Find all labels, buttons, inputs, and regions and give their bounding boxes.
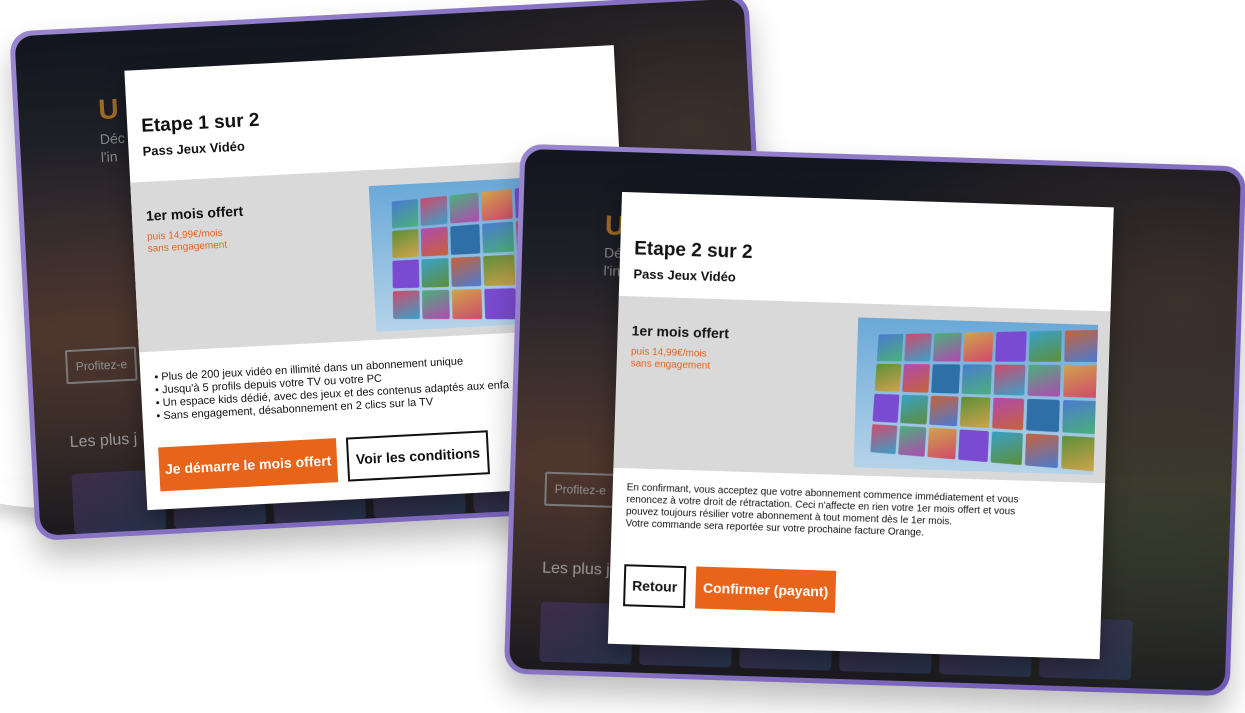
- benefits-list: Plus de 200 jeux vidéo en illimité dans …: [154, 353, 510, 423]
- offer-title: 1er mois offert: [631, 322, 730, 342]
- game-cover: [1062, 400, 1098, 435]
- games-collage-grid: [870, 329, 1099, 472]
- game-cover: [1026, 398, 1060, 433]
- product-name: Pass Jeux Vidéo: [633, 266, 737, 285]
- game-cover: [482, 221, 514, 254]
- game-cover: [931, 364, 961, 394]
- game-cover: [484, 288, 517, 320]
- subscription-modal-step-2: Etape 2 sur 2 Pass Jeux Vidéo 1er mois o…: [607, 191, 1114, 660]
- game-cover: [876, 333, 904, 362]
- game-cover: [993, 364, 1026, 396]
- offer-price: puis 14,99€/mois sans engagement: [147, 228, 228, 256]
- view-conditions-button[interactable]: Voir les conditions: [345, 430, 490, 482]
- game-cover: [392, 228, 419, 259]
- game-cover: [898, 425, 927, 457]
- tv-screen-step-2: U Déc l'in Profitez-e Les plus j Etape 2…: [509, 148, 1241, 692]
- game-cover: [1024, 433, 1059, 469]
- step-title: Etape 1 sur 2: [140, 109, 260, 137]
- back-button[interactable]: Retour: [623, 564, 687, 609]
- game-cover: [392, 259, 420, 289]
- game-cover: [900, 394, 929, 425]
- game-cover: [929, 395, 959, 427]
- step-title: Etape 2 sur 2: [633, 238, 753, 264]
- game-cover: [961, 364, 992, 395]
- game-cover: [995, 331, 1027, 362]
- game-cover: [902, 364, 931, 393]
- game-cover: [1063, 364, 1099, 398]
- game-cover: [872, 393, 900, 423]
- confirm-paid-button[interactable]: Confirmer (payant): [694, 566, 837, 613]
- offer-price-line: sans engagement: [630, 358, 711, 372]
- game-cover: [1061, 435, 1097, 472]
- game-cover: [992, 397, 1025, 431]
- game-cover: [1027, 364, 1061, 397]
- game-cover: [990, 431, 1023, 466]
- game-cover: [451, 256, 482, 287]
- game-cover: [452, 289, 483, 320]
- tv-frame-step-2: U Déc l'in Profitez-e Les plus j Etape 2…: [503, 143, 1245, 697]
- games-collage-image: [853, 317, 1099, 475]
- game-cover: [450, 224, 481, 255]
- game-cover: [421, 257, 450, 288]
- start-free-month-button[interactable]: Je démarre le mois offert: [158, 438, 339, 492]
- game-cover: [904, 333, 932, 362]
- game-cover: [420, 195, 448, 226]
- offer-price: puis 14,99€/mois sans engagement: [630, 346, 710, 372]
- game-cover: [421, 289, 451, 320]
- game-cover: [392, 290, 420, 320]
- legal-notice: En confirmant, vous acceptez que votre a…: [625, 482, 1018, 542]
- game-cover: [420, 226, 449, 257]
- game-cover: [932, 332, 962, 362]
- game-cover: [963, 331, 994, 362]
- game-cover: [959, 396, 991, 429]
- offer-title: 1er mois offert: [145, 202, 244, 224]
- game-cover: [874, 363, 902, 392]
- game-cover: [1064, 329, 1099, 362]
- modal-header: Etape 2 sur 2 Pass Jeux Vidéo: [633, 238, 753, 285]
- modal-header: Etape 1 sur 2 Pass Jeux Vidéo: [141, 110, 261, 159]
- game-cover: [927, 427, 957, 460]
- game-cover: [391, 198, 419, 229]
- product-name: Pass Jeux Vidéo: [142, 138, 246, 159]
- offer-band: 1er mois offert puis 14,99€/mois sans en…: [613, 295, 1111, 484]
- game-cover: [1028, 330, 1062, 362]
- game-cover: [449, 192, 480, 224]
- game-cover: [481, 188, 513, 221]
- game-cover: [483, 254, 516, 286]
- game-cover: [870, 424, 898, 455]
- game-cover: [958, 429, 989, 463]
